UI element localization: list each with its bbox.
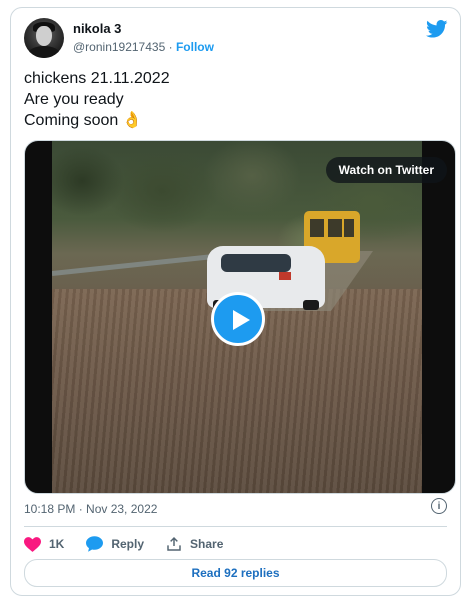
author-name[interactable]: nikola 3 (73, 21, 121, 36)
tweet-line-2: Are you ready (24, 91, 124, 108)
tweet-text: chickens 21.11.2022 Are you ready Coming… (24, 68, 170, 131)
separator-dot: · (168, 40, 173, 54)
like-button[interactable]: 1K (24, 536, 65, 552)
like-count: 1K (49, 537, 65, 551)
divider (24, 526, 447, 527)
play-icon (233, 310, 250, 330)
author-handle[interactable]: @ronin19217435 (73, 40, 165, 54)
tweet-line-3: Coming soon 👌 (24, 112, 143, 129)
reply-bubble-icon (86, 536, 104, 552)
tweet-timestamp[interactable]: 10:18 PM · Nov 23, 2022 (24, 502, 157, 516)
tweet-card: nikola 3 @ronin19217435 · Follow chicken… (10, 7, 461, 596)
play-button[interactable] (211, 292, 265, 346)
ok-hand-emoji: 👌 (122, 112, 143, 129)
heart-icon (24, 536, 41, 552)
twitter-bird-icon[interactable] (426, 20, 448, 38)
tweet-line-1: chickens 21.11.2022 (24, 70, 170, 87)
share-button[interactable]: Share (166, 536, 223, 552)
read-replies-button[interactable]: Read 92 replies (24, 559, 447, 587)
reply-label: Reply (111, 537, 145, 551)
reply-button[interactable]: Reply (86, 536, 144, 552)
info-icon[interactable]: i (431, 498, 447, 514)
share-icon (167, 536, 181, 551)
video-player[interactable]: Watch on Twitter (24, 140, 456, 494)
action-bar: 1K Reply Share (24, 533, 245, 555)
avatar[interactable] (24, 18, 64, 58)
share-label: Share (190, 537, 224, 551)
follow-link[interactable]: Follow (176, 40, 214, 54)
handle-row: @ronin19217435 · Follow (73, 40, 214, 54)
watch-on-twitter-button[interactable]: Watch on Twitter (325, 157, 447, 183)
